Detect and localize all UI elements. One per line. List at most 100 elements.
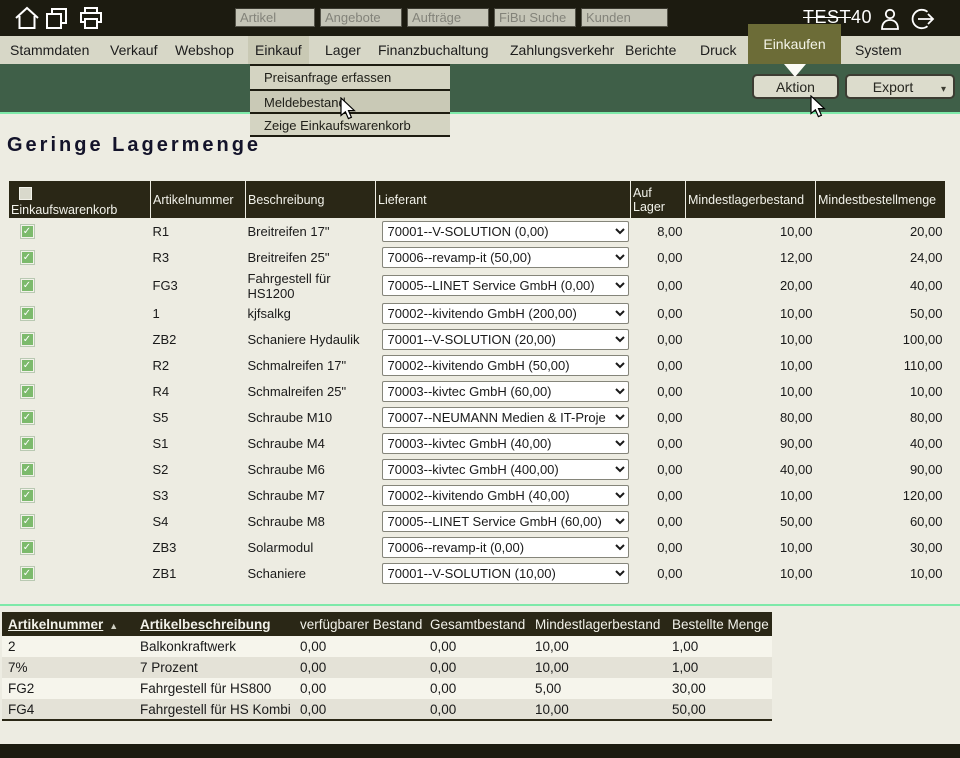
copy-icon[interactable] [44,6,70,31]
row-checkbox[interactable]: ✓ [21,279,34,292]
einkaufen-tab[interactable]: Einkaufen [748,24,841,64]
mindestlagerbestand-cell: 10,00 [529,636,666,657]
lieferant-select[interactable]: 70001--V-SOLUTION (10,00) [382,563,629,584]
row-checkbox[interactable]: ✓ [21,515,34,528]
lieferant-select[interactable]: 70002--kivitendo GmbH (200,00) [382,303,629,324]
search-input-aufträge[interactable] [407,8,489,27]
row-checkbox[interactable]: ✓ [21,333,34,346]
mindestbestellmenge-cell: 90,00 [816,457,946,483]
auf-lager-cell: 0,00 [631,483,686,509]
user-icon[interactable] [878,7,902,31]
mindestbestellmenge-cell: 10,00 [816,561,946,587]
sort-header-artikelbeschreibung[interactable]: Artikelbeschreibung [134,612,294,636]
auf-lager-cell: 0,00 [631,535,686,561]
mindestlagerbestand-cell: 10,00 [686,219,816,245]
sort-header-artikelnummer[interactable]: Artikelnummer▲ [2,612,134,636]
row-checkbox[interactable]: ✓ [21,567,34,580]
artikelnummer-cell: FG3 [151,271,246,301]
auf-lager-cell: 0,00 [631,353,686,379]
bestellte-menge-cell: 50,00 [666,699,772,720]
row-checkbox[interactable]: ✓ [21,251,34,264]
row-checkbox[interactable]: ✓ [21,359,34,372]
artikelnummer-cell: S3 [151,483,246,509]
row-checkbox[interactable]: ✓ [21,463,34,476]
column-header: Lieferant [376,181,631,219]
menu-item-druck[interactable]: Druck [693,36,744,64]
lieferant-select[interactable]: 70005--LINET Service GmbH (0,00) [382,275,629,296]
artikelnummer-cell: S1 [151,431,246,457]
menu-item-lager[interactable]: Lager [318,36,368,64]
lieferant-cell: 70003--kivtec GmbH (40,00) [376,431,631,457]
dropdown-item-zeige-einkaufswarenkorb[interactable]: Zeige Einkaufswarenkorb [250,112,450,135]
dropdown-item-preisanfrage-erfassen[interactable]: Preisanfrage erfassen [250,66,450,89]
table-row: ✓ZB3Solarmodul70006--revamp-it (0,00)0,0… [9,535,946,561]
auf-lager-cell: 0,00 [631,301,686,327]
mindestbestellmenge-cell: 20,00 [816,219,946,245]
menu-item-webshop[interactable]: Webshop [168,36,241,64]
mindestlagerbestand-cell: 90,00 [686,431,816,457]
lieferant-select[interactable]: 70006--revamp-it (0,00) [382,537,629,558]
print-icon[interactable] [78,6,104,31]
column-header: Mindestbestellmenge [816,181,946,219]
dropdown-item-meldebestand[interactable]: Meldebestand [250,89,450,112]
lieferant-select[interactable]: 70002--kivitendo GmbH (50,00) [382,355,629,376]
table-row: ✓R2Schmalreifen 17"70002--kivitendo GmbH… [9,353,946,379]
table-row: 2Balkonkraftwerk0,000,0010,001,00 [2,636,772,657]
mindestlagerbestand-cell: 10,00 [686,561,816,587]
search-input-kunden[interactable] [581,8,668,27]
mindestlagerbestand-cell: 20,00 [686,271,816,301]
main-table-body: ✓R1Breitreifen 17"70001--V-SOLUTION (0,0… [9,219,946,587]
beschreibung-cell: Schaniere [246,561,376,587]
row-checkbox[interactable]: ✓ [21,489,34,502]
row-checkbox[interactable]: ✓ [21,411,34,424]
mindestlagerbestand-cell: 50,00 [686,509,816,535]
verfuegbarer-bestand-cell: 0,00 [294,699,424,720]
beschreibung-cell: Breitreifen 17" [246,219,376,245]
mindestlagerbestand-cell: 40,00 [686,457,816,483]
lieferant-select[interactable]: 70001--V-SOLUTION (0,00) [382,221,629,242]
mindestbestellmenge-cell: 50,00 [816,301,946,327]
search-input-fibu-suche[interactable] [494,8,576,27]
row-checkbox[interactable]: ✓ [21,225,34,238]
bestellte-menge-cell: 1,00 [666,636,772,657]
row-checkbox[interactable]: ✓ [21,385,34,398]
search-input-artikel[interactable] [235,8,315,27]
menu-item-system[interactable]: System [848,36,909,64]
chevron-down-icon: ▾ [941,80,946,100]
lieferant-cell: 70002--kivitendo GmbH (50,00) [376,353,631,379]
lieferant-select[interactable]: 70007--NEUMANN Medien & IT-Proje [382,407,629,428]
lieferant-cell: 70006--revamp-it (50,00) [376,245,631,271]
table-row: ✓S5Schraube M1070007--NEUMANN Medien & I… [9,405,946,431]
menu-item-stammdaten[interactable]: Stammdaten [3,36,96,64]
search-input-angebote[interactable] [320,8,402,27]
lieferant-select[interactable]: 70006--revamp-it (50,00) [382,247,629,268]
lieferant-select[interactable]: 70003--kivtec GmbH (400,00) [382,459,629,480]
lieferant-select[interactable]: 70003--kivtec GmbH (60,00) [382,381,629,402]
lieferant-select[interactable]: 70005--LINET Service GmbH (60,00) [382,511,629,532]
menu-item-zahlungsverkehr[interactable]: Zahlungsverkehr [503,36,621,64]
column-header: Auf Lager [631,181,686,219]
logout-icon[interactable] [910,7,936,31]
artikelnummer-cell: 7% [2,657,134,678]
gesamtbestand-cell: 0,00 [424,678,529,699]
beschreibung-cell: Schraube M7 [246,483,376,509]
table-row: ✓S2Schraube M670003--kivtec GmbH (400,00… [9,457,946,483]
column-header: Mindestlagerbestand [529,612,666,636]
lieferant-select[interactable]: 70003--kivtec GmbH (40,00) [382,433,629,454]
menu-item-finanzbuchaltung[interactable]: Finanzbuchaltung [371,36,496,64]
menu-item-verkauf[interactable]: Verkauf [103,36,164,64]
row-checkbox[interactable]: ✓ [21,307,34,320]
beschreibung-cell: Schraube M6 [246,457,376,483]
menu-item-berichte[interactable]: Berichte [618,36,683,64]
row-checkbox[interactable]: ✓ [21,541,34,554]
lieferant-select[interactable]: 70001--V-SOLUTION (20,00) [382,329,629,350]
aktion-button[interactable]: Aktion [752,74,839,99]
lieferant-select[interactable]: 70002--kivitendo GmbH (40,00) [382,485,629,506]
row-checkbox[interactable]: ✓ [21,437,34,450]
separator-line-middle [0,604,960,606]
select-all-checkbox[interactable] [19,187,32,200]
home-icon[interactable] [13,6,41,31]
export-button[interactable]: Export▾ [845,74,955,99]
mindestlagerbestand-cell: 5,00 [529,678,666,699]
menu-item-einkauf[interactable]: Einkauf [248,36,309,64]
